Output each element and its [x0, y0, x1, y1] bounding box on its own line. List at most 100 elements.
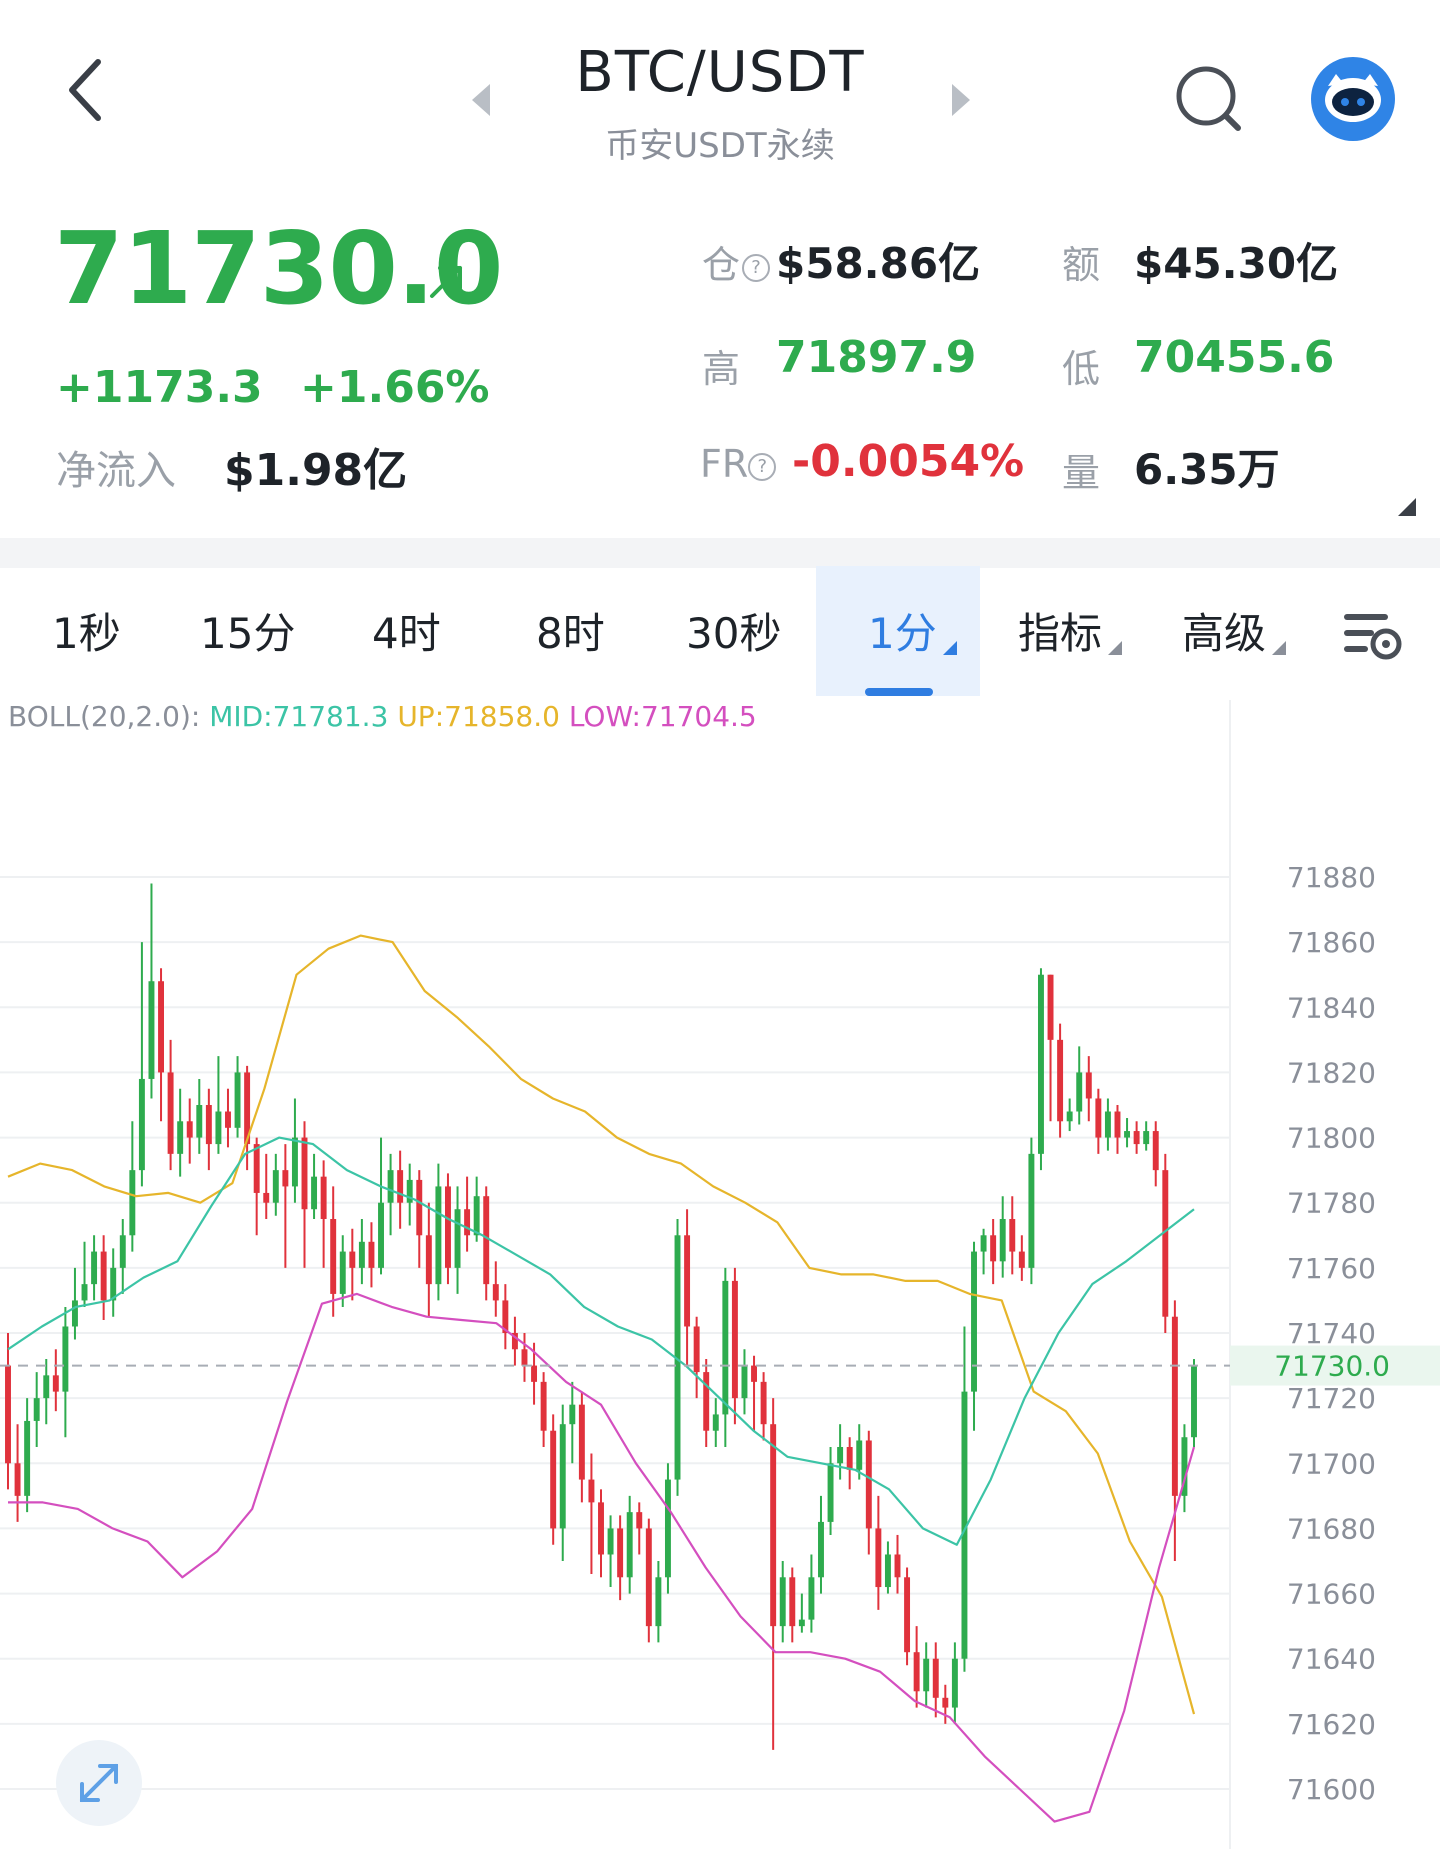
candle-body [435, 1186, 442, 1285]
tab-indicators-label: 指标 [1018, 609, 1103, 658]
candle-body [1066, 1111, 1073, 1122]
y-tick-label: 71840 [1287, 991, 1376, 1024]
boll-up: UP:71858.0 [397, 700, 560, 733]
candle-body [894, 1554, 901, 1578]
chart-settings-button[interactable] [1340, 608, 1404, 668]
candle-body [416, 1179, 423, 1236]
tab-indicators[interactable]: 指标 [1018, 600, 1123, 661]
candle-body [1076, 1072, 1083, 1112]
candle-body [693, 1326, 700, 1373]
boll-upper-line [7, 934, 1196, 1715]
tab-1m-label: 1分 [868, 609, 937, 658]
y-tick-label: 71720 [1287, 1382, 1376, 1415]
candle-body [263, 1192, 270, 1203]
candle-body [684, 1235, 691, 1327]
low-value: 70455.6 [1134, 332, 1335, 383]
y-tick-label: 71700 [1287, 1447, 1376, 1480]
candle-body [923, 1658, 930, 1692]
candle-body [521, 1349, 528, 1366]
candle-body [607, 1528, 614, 1555]
candle-body [196, 1105, 203, 1138]
candle-body [378, 1202, 384, 1268]
candle-body [1095, 1098, 1102, 1138]
y-tick-label: 71860 [1287, 926, 1376, 959]
candle-body [62, 1326, 69, 1392]
candle-body [330, 1219, 337, 1294]
candle-body [368, 1241, 375, 1268]
tab-1m[interactable]: 1分 [868, 600, 957, 661]
expand-stats-toggle[interactable] [1398, 498, 1416, 520]
tab-advanced[interactable]: 高级 [1182, 600, 1287, 661]
tab-15m[interactable]: 15分 [200, 600, 295, 661]
candle-body [932, 1658, 939, 1698]
candle-body [904, 1577, 911, 1653]
candle-body [531, 1365, 538, 1382]
y-tick-label: 71880 [1287, 861, 1376, 894]
help-icon[interactable]: ? [748, 452, 777, 481]
candle-body [770, 1424, 777, 1627]
candle-body [425, 1235, 432, 1285]
funding-rate-label: FR? [700, 442, 777, 486]
dropdown-triangle-icon [942, 641, 957, 655]
search-icon [1176, 66, 1241, 131]
candle-body [884, 1554, 891, 1588]
candle-body [1133, 1131, 1140, 1145]
candle-body [100, 1251, 107, 1301]
candle-body [779, 1577, 786, 1627]
low-label: 低 [1062, 347, 1101, 391]
candle-body [339, 1251, 346, 1294]
candle-body [205, 1105, 212, 1145]
funding-rate-label-text: FR [700, 442, 749, 486]
tab-30s[interactable]: 30秒 [686, 600, 781, 661]
tab-4h[interactable]: 4时 [372, 600, 441, 661]
y-tick-label: 71760 [1287, 1252, 1376, 1285]
candle-body [760, 1381, 767, 1425]
y-tick-label: 71780 [1287, 1187, 1376, 1220]
candle-body [234, 1072, 241, 1128]
candle-body [1038, 974, 1044, 1154]
candle-body [980, 1235, 987, 1252]
dropdown-triangle-icon [1272, 641, 1287, 655]
active-tab-underline [865, 688, 933, 696]
candle-body [751, 1365, 757, 1382]
candle-body [1028, 1153, 1035, 1268]
candle-body [865, 1440, 872, 1529]
high-value: 71897.9 [776, 332, 977, 383]
boll-legend: BOLL(20,2.0): MID:71781.3 UP:71858.0 LOW… [8, 700, 757, 733]
candle-body [818, 1521, 824, 1578]
candle-body [1143, 1131, 1150, 1145]
candle-body [349, 1251, 356, 1268]
candle-body [588, 1479, 595, 1503]
help-icon[interactable]: ? [742, 253, 771, 282]
candle-body [1018, 1251, 1025, 1268]
candle-body [81, 1284, 88, 1301]
tab-1s[interactable]: 1秒 [52, 600, 121, 661]
candle-body [1047, 974, 1054, 1040]
candle-body [837, 1447, 844, 1464]
candle-body [177, 1121, 184, 1154]
y-tick-label: 71600 [1287, 1773, 1376, 1806]
candle-body [148, 981, 155, 1079]
y-tick-label: 71620 [1287, 1708, 1376, 1741]
search-button[interactable] [1172, 62, 1248, 138]
fullscreen-button[interactable] [56, 1740, 142, 1826]
settings-list-icon [1344, 614, 1402, 660]
volume-label: 量 [1062, 451, 1101, 495]
y-tick-label: 71800 [1287, 1122, 1376, 1155]
candle-body [722, 1280, 729, 1415]
candle-body [942, 1697, 949, 1708]
price-change-pct: +1.66% [300, 362, 490, 413]
tab-8h[interactable]: 8时 [536, 600, 605, 661]
candle-body [454, 1209, 461, 1268]
assistant-avatar-button[interactable] [1310, 56, 1396, 142]
candle-body [559, 1424, 566, 1529]
turnover-label: 额 [1062, 243, 1101, 287]
candle-body [875, 1528, 882, 1588]
candle-body [320, 1176, 327, 1219]
candle-body [578, 1404, 585, 1480]
robot-avatar-icon [1311, 57, 1395, 141]
candle-body [129, 1170, 136, 1236]
y-tick-label: 71740 [1287, 1317, 1376, 1350]
candle-body [617, 1528, 624, 1578]
kline-chart[interactable]: 71880 71860 71840 71820 71800 71780 71760 71740… [0, 700, 1440, 1849]
